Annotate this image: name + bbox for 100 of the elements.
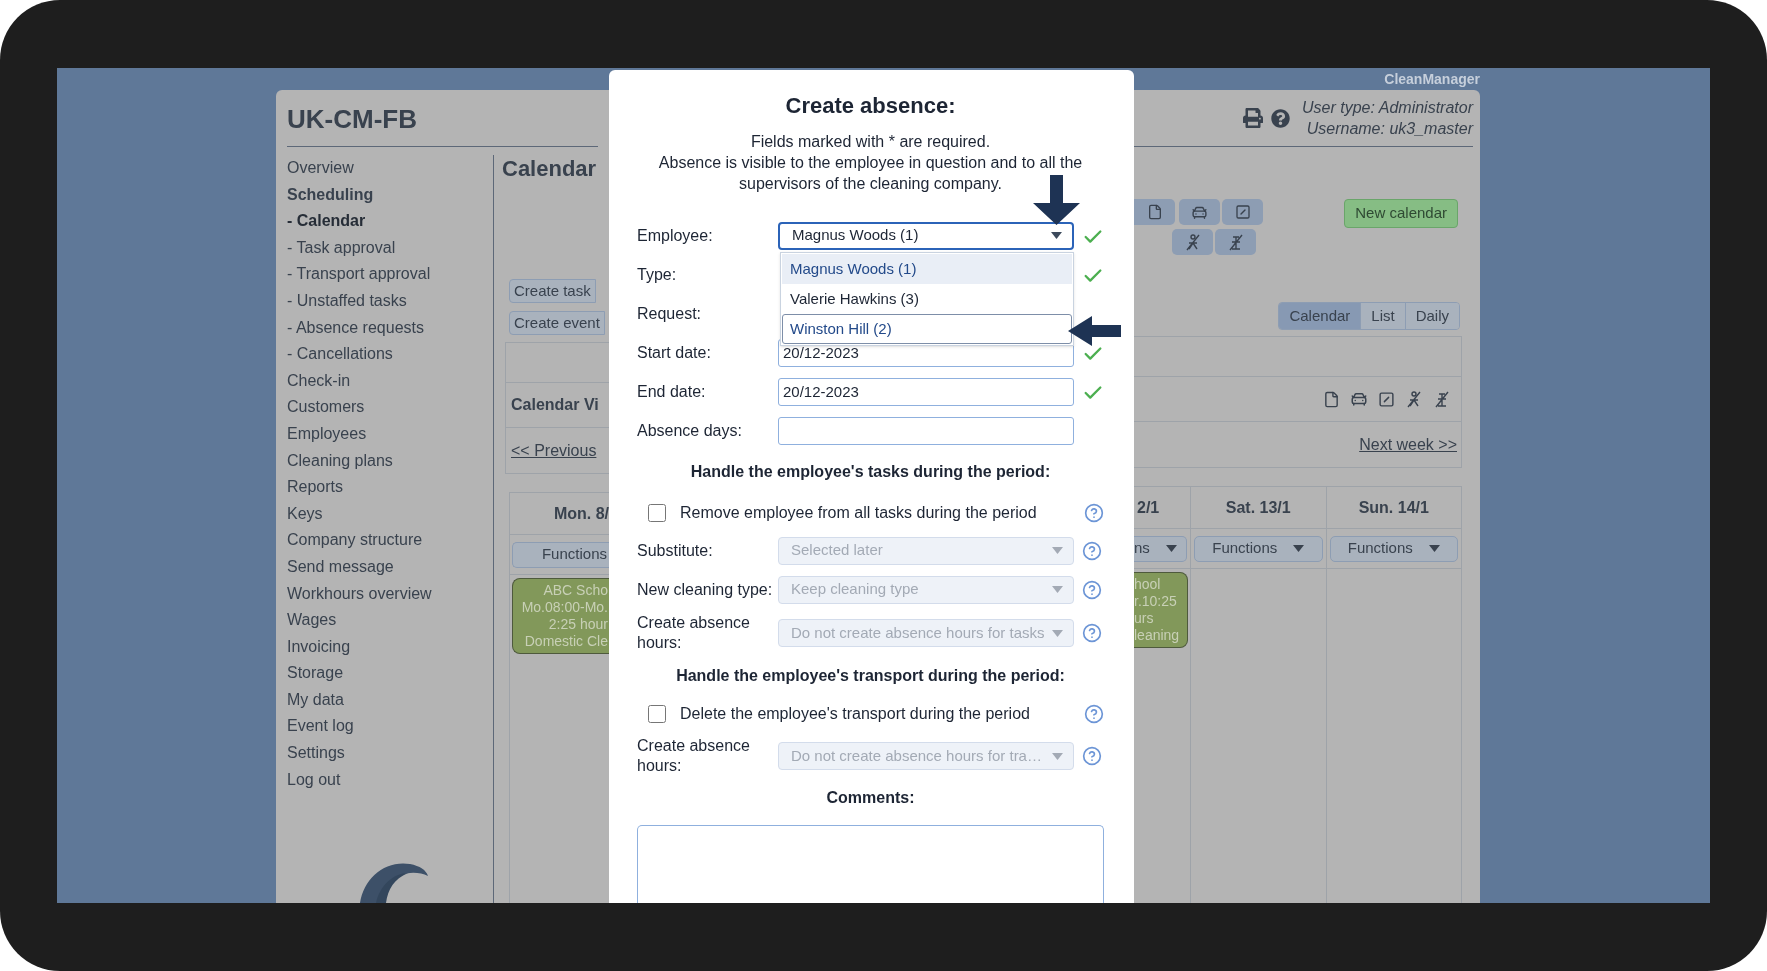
username-text: Username: uk3_master	[1306, 119, 1473, 139]
text-field[interactable]	[778, 416, 1074, 445]
sidebar-item[interactable]: Keys	[287, 500, 323, 528]
sidebar-item[interactable]: Log out	[287, 766, 341, 794]
caret-icon	[1051, 232, 1062, 239]
sidebar-item[interactable]: - Absence requests	[287, 314, 424, 342]
car-icon[interactable]	[1350, 390, 1368, 408]
sidebar-item[interactable]: - Task approval	[287, 234, 396, 262]
functions-dropdown[interactable]: Functions	[1329, 535, 1458, 562]
field-label: Start date:	[637, 342, 712, 363]
sidebar-item[interactable]: Company structure	[287, 527, 423, 554]
sidebar-item[interactable]: Check-in	[287, 367, 351, 395]
caret-icon	[1052, 752, 1063, 760]
section-title: Calendar Vi	[511, 395, 599, 415]
field-label: Absence days:	[637, 420, 743, 441]
info-text: Fields marked with * are required.	[750, 132, 991, 152]
day-header: Mon. 8/	[553, 503, 609, 524]
select-field[interactable]: Magnus Woods (1)	[778, 221, 1074, 250]
section-heading: Handle the employee's tasks during the period:	[690, 462, 1051, 482]
checkbox[interactable]	[648, 503, 666, 522]
sidebar-item[interactable]: Customers	[287, 394, 365, 421]
event-text: ABC Scho	[543, 582, 608, 599]
document-icon[interactable]	[1323, 390, 1340, 408]
help-icon[interactable]	[1271, 108, 1290, 128]
event-text: leaning	[1134, 627, 1180, 644]
previous-week-link[interactable]: << Previous	[511, 438, 597, 463]
sidebar-item[interactable]: Reports	[287, 474, 344, 501]
arrow-down-icon	[1033, 175, 1080, 225]
caret-icon	[1293, 545, 1305, 552]
view-tab[interactable]: List	[1360, 303, 1405, 329]
toolbar-button[interactable]	[1172, 229, 1213, 255]
caret-icon	[1165, 545, 1177, 552]
toolbar-button[interactable]	[1134, 199, 1175, 225]
arrow-left-icon	[1068, 316, 1121, 346]
sidebar-item[interactable]: Settings	[287, 740, 345, 767]
sidebar-item[interactable]: Cleaning plans	[287, 447, 393, 475]
event-text: hool	[1134, 576, 1161, 593]
sidebar-item[interactable]: - Transport approval	[287, 261, 431, 288]
event-text: Domestic Cle	[524, 633, 608, 650]
help-icon[interactable]	[1082, 746, 1102, 766]
field-label: End date:	[637, 381, 707, 402]
caret-icon	[1052, 547, 1063, 554]
action-button[interactable]: Create task	[509, 279, 596, 303]
info-text: Absence is visible to the employee in question and to all the supervisors of the cleaning company.	[657, 153, 1084, 194]
text-field[interactable]: 20/12-2023	[778, 377, 1074, 406]
day-header: Sat. 13/1	[1225, 497, 1291, 518]
toolbar-button[interactable]	[1215, 229, 1256, 255]
caret-icon	[1428, 545, 1440, 552]
functions-dropdown[interactable]: Functions	[512, 541, 609, 568]
sidebar-item[interactable]: Scheduling	[287, 181, 374, 209]
event-text: 2:25 hour	[548, 616, 608, 633]
document-icon	[1146, 204, 1163, 220]
sidebar-item[interactable]: - Cancellations	[287, 341, 393, 368]
sidebar-item[interactable]: My data	[287, 686, 344, 714]
sidebar-item[interactable]: Storage	[287, 660, 344, 687]
sidebar-item[interactable]: - Calendar	[287, 208, 366, 235]
field-label: Create absence hours:	[637, 613, 751, 653]
figure-slash-icon	[1433, 390, 1451, 408]
field-label: Type:	[637, 264, 678, 285]
sidebar-item[interactable]: Event log	[287, 713, 354, 741]
help-icon[interactable]	[1082, 623, 1102, 643]
new-calendar-button[interactable]: New calendar	[1344, 199, 1458, 228]
dropdown-option[interactable]: Winston Hill (2)	[782, 314, 1072, 344]
sidebar-item[interactable]: - Unstaffed tasks	[287, 287, 407, 315]
comments-field[interactable]	[637, 825, 1104, 903]
sidebar-item[interactable]: Workhours overview	[287, 580, 432, 608]
app-title: UK-CM-FB	[287, 103, 417, 136]
checkbox[interactable]	[648, 704, 666, 723]
field-label: Substitute:	[637, 540, 714, 561]
functions-dropdown[interactable]: ns	[1134, 535, 1187, 562]
sidebar-item[interactable]: Wages	[287, 607, 337, 634]
help-icon[interactable]	[1084, 502, 1104, 523]
sidebar-item[interactable]: Employees	[287, 420, 367, 448]
caret-icon	[1052, 629, 1063, 637]
event-text: Mo.08:00-Mo.	[521, 599, 608, 616]
functions-dropdown[interactable]: Functions	[1194, 535, 1323, 562]
field-label: New cleaning type:	[637, 579, 774, 600]
sidebar-item[interactable]: Invoicing	[287, 633, 351, 661]
sidebar-item[interactable]: Send message	[287, 553, 394, 581]
print-icon[interactable]	[1243, 108, 1263, 128]
page-heading: Calendar	[502, 155, 598, 183]
caret-icon	[1052, 586, 1063, 593]
square-slash-icon[interactable]	[1378, 390, 1395, 408]
checkbox-label: Delete the employee's transport during the period	[680, 703, 1030, 724]
toolbar-button[interactable]	[1179, 199, 1220, 225]
next-week-link[interactable]: Next week >>	[1359, 432, 1457, 457]
brand-name: CleanManager	[1384, 69, 1480, 89]
event-text: urs	[1134, 610, 1154, 627]
event-text: r.10:25	[1134, 593, 1177, 610]
action-button[interactable]: Create event	[509, 311, 605, 335]
view-tab[interactable]: Daily	[1404, 303, 1459, 329]
field-label: Create absence hours:	[637, 736, 751, 776]
help-icon[interactable]	[1082, 540, 1102, 561]
user-type-text: User type: Administrator	[1302, 98, 1473, 118]
toolbar-button[interactable]	[1222, 199, 1263, 225]
view-tab[interactable]: Calendar	[1279, 303, 1361, 329]
help-icon[interactable]	[1084, 703, 1104, 724]
dropdown-option[interactable]: Magnus Woods (1)	[782, 254, 1072, 284]
sidebar-item[interactable]: Overview	[287, 155, 354, 182]
help-icon[interactable]	[1082, 579, 1102, 600]
